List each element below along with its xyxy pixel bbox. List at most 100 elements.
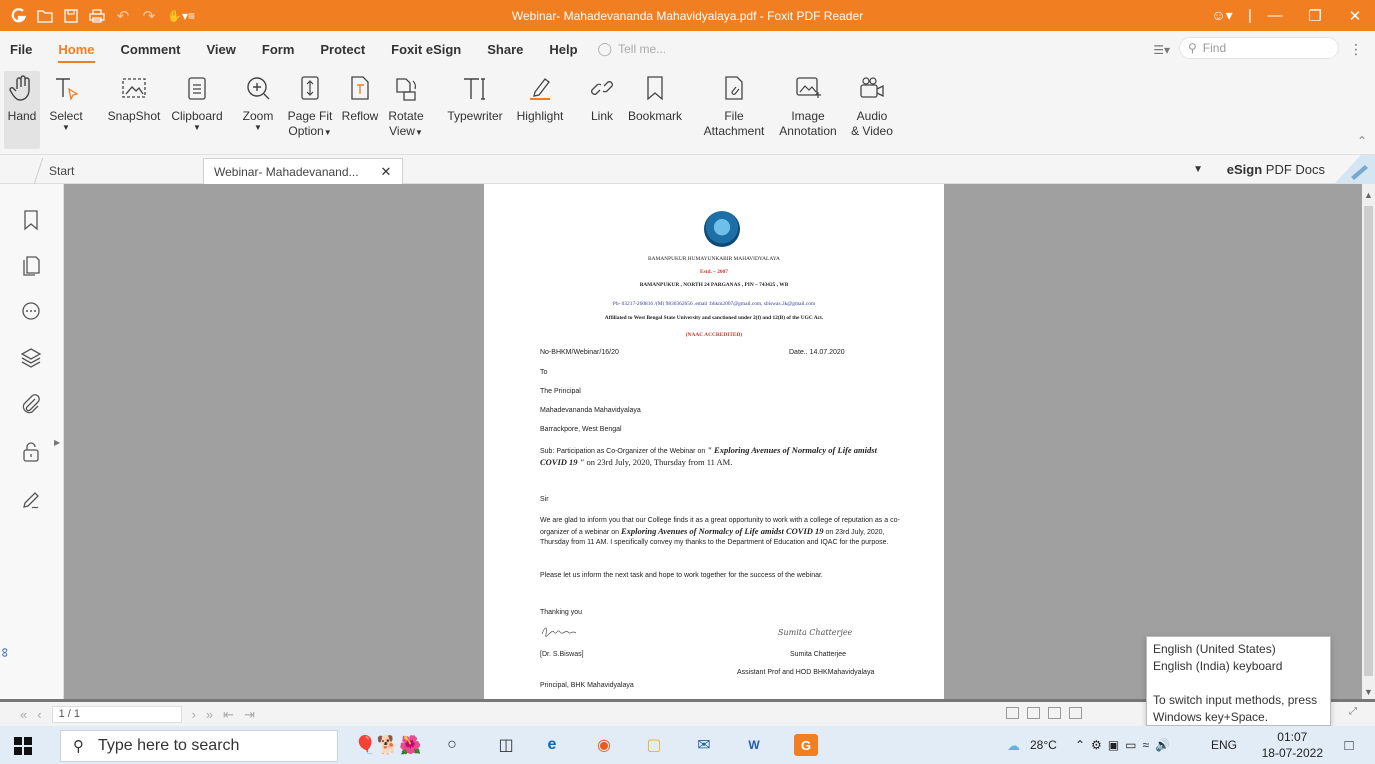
scroll-up-icon[interactable]: ▲	[1364, 190, 1373, 200]
image-annotation-button[interactable]: Image Annotation	[776, 73, 840, 139]
previous-view-icon[interactable]: ⇤	[223, 707, 234, 723]
esign-decoration-icon	[1335, 155, 1375, 184]
tell-me-placeholder: Tell me...	[618, 42, 667, 56]
chrome-browser-icon[interactable]: ◉	[592, 734, 616, 756]
file-explorer-icon[interactable]: ▢	[642, 734, 666, 756]
comments-panel-icon[interactable]	[19, 300, 43, 324]
attachments-panel-icon[interactable]	[19, 392, 43, 416]
word-icon[interactable]: W	[742, 734, 766, 756]
mail-icon[interactable]: ✉	[692, 734, 716, 756]
menu-form[interactable]: Form	[262, 32, 295, 67]
reflow-button[interactable]: Reflow	[340, 73, 380, 124]
account-icon[interactable]: ☺▾	[1199, 7, 1245, 24]
addressee-college: Mahadevananda Mahavidyalaya	[540, 407, 641, 414]
snapshot-button[interactable]: SnapShot	[104, 73, 164, 124]
tell-me-box[interactable]: ◯ Tell me...	[598, 41, 667, 57]
rotate-view-button[interactable]: Rotate View▼	[386, 73, 426, 140]
weather-temp[interactable]: 28°C	[1030, 738, 1057, 752]
language-indicator[interactable]: ENG	[1211, 738, 1237, 752]
signature-panel-icon[interactable]	[19, 488, 43, 512]
pages-panel-icon[interactable]	[19, 254, 43, 278]
menu-view[interactable]: View	[206, 32, 235, 67]
undo-icon[interactable]: ↶	[112, 5, 134, 27]
esign-pdf-docs-banner[interactable]: eSign PDF Docs	[1227, 162, 1325, 177]
audio-video-label-1: Audio	[856, 109, 888, 123]
vertical-scrollbar[interactable]: ▲ ▼	[1362, 184, 1375, 699]
save-icon[interactable]	[60, 5, 82, 27]
scrollbar-thumb[interactable]	[1364, 206, 1373, 676]
audio-video-button[interactable]: Audio & Video	[844, 73, 900, 139]
hand-tool-button[interactable]: Hand	[4, 71, 40, 149]
system-tray-icons[interactable]: ⌃⚙▣▭≈🔊	[1075, 738, 1205, 752]
continuous-page-icon[interactable]	[1027, 707, 1040, 719]
tab-list-chevron-icon[interactable]: ▼	[1193, 164, 1203, 175]
signer-principal: [Dr. S.Biswas]	[540, 651, 584, 658]
signer-hod-title: Assistant Prof and HOD BHKMahavidyalaya	[737, 669, 875, 676]
image-annotation-label-1: Image	[791, 109, 825, 123]
menu-help[interactable]: Help	[549, 32, 577, 67]
layers-panel-icon[interactable]	[19, 346, 43, 370]
restore-icon[interactable]: ❐	[1295, 7, 1335, 25]
open-folder-icon[interactable]	[34, 5, 56, 27]
link-button[interactable]: Link	[584, 73, 620, 124]
taskbar-clock[interactable]: 01:07 18-07-2022	[1262, 729, 1323, 761]
previous-page-icon[interactable]: ‹	[37, 707, 41, 722]
typewriter-label: Typewriter	[447, 109, 503, 123]
bookmarks-panel-icon[interactable]	[19, 208, 43, 232]
tab-document[interactable]: Webinar- Mahadevanand... ✕	[203, 158, 403, 184]
ime-line-1: English (United States)	[1153, 642, 1276, 656]
clipboard-button[interactable]: Clipboard ▼	[168, 73, 226, 132]
taskbar-search-input[interactable]: ⚲ Type here to search	[60, 730, 338, 762]
single-page-icon[interactable]	[1006, 707, 1019, 719]
tab-start[interactable]: Start	[33, 158, 213, 184]
snapshot-icon	[122, 78, 146, 98]
facing-page-icon[interactable]	[1048, 707, 1061, 719]
news-widget-icon[interactable]: 🎈🐕🌺	[352, 734, 424, 756]
more-options-icon[interactable]: ⋮	[1349, 41, 1363, 58]
zoom-button[interactable]: Zoom ▼	[240, 73, 276, 132]
next-page-icon[interactable]: ›	[192, 707, 196, 722]
close-tab-icon[interactable]: ✕	[381, 164, 392, 180]
print-icon[interactable]	[86, 5, 108, 27]
select-tool-button[interactable]: Select ▼	[46, 73, 86, 132]
first-page-icon[interactable]: «	[20, 707, 27, 722]
menu-protect[interactable]: Protect	[320, 32, 365, 67]
scroll-down-icon[interactable]: ▼	[1364, 687, 1373, 697]
foxit-taskbar-icon[interactable]: G	[794, 734, 818, 756]
menu-comment[interactable]: Comment	[121, 32, 181, 67]
file-attachment-button[interactable]: File Attachment	[692, 73, 776, 139]
typewriter-button[interactable]: Typewriter	[440, 73, 510, 124]
task-view-icon[interactable]: ◫	[494, 734, 518, 756]
menu-home[interactable]: Home	[58, 32, 95, 67]
page-number-input[interactable]: 1 / 1	[51, 706, 182, 723]
cortana-icon[interactable]: ○	[440, 734, 464, 756]
page-fit-icon	[301, 76, 319, 100]
redo-icon[interactable]: ↷	[138, 5, 160, 27]
last-page-icon[interactable]: »	[206, 707, 213, 722]
collapse-ribbon-icon[interactable]: ⌃	[1357, 134, 1367, 148]
menu-share[interactable]: Share	[487, 32, 523, 67]
fullscreen-icon[interactable]: ⤢	[1349, 706, 1357, 717]
expand-pane-icon[interactable]: ▶	[54, 438, 60, 447]
paperclip-file-icon	[725, 76, 743, 100]
security-lock-icon[interactable]	[19, 440, 43, 464]
document-viewport[interactable]: BAMANPUKUR HUMAYUNKABIR MAHAVIDYALAYA Es…	[64, 184, 1362, 699]
menu-file[interactable]: File	[10, 32, 32, 67]
highlight-button[interactable]: Highlight	[512, 73, 568, 124]
find-options-icon[interactable]: ☰▾	[1153, 43, 1170, 57]
hand-menu-icon[interactable]: ✋▾≡	[164, 5, 198, 27]
close-icon[interactable]: ✕	[1335, 7, 1375, 25]
bookmark-button[interactable]: Bookmark	[624, 73, 686, 124]
continuous-facing-icon[interactable]	[1069, 707, 1082, 719]
to-line: To	[540, 369, 548, 376]
addressee: The Principal	[540, 388, 581, 395]
menu-foxit-esign[interactable]: Foxit eSign	[391, 32, 461, 67]
edge-browser-icon[interactable]: e	[540, 734, 564, 756]
find-input[interactable]: ⚲ Find	[1179, 37, 1339, 59]
next-view-icon[interactable]: ⇥	[244, 707, 255, 723]
minimize-icon[interactable]: —	[1255, 7, 1295, 24]
notifications-icon[interactable]: □	[1337, 734, 1361, 756]
page-fit-label-2-wrap: Option▼	[288, 124, 331, 140]
page-fit-option-button[interactable]: Page Fit Option▼	[284, 73, 336, 140]
windows-start-icon[interactable]	[14, 737, 32, 755]
